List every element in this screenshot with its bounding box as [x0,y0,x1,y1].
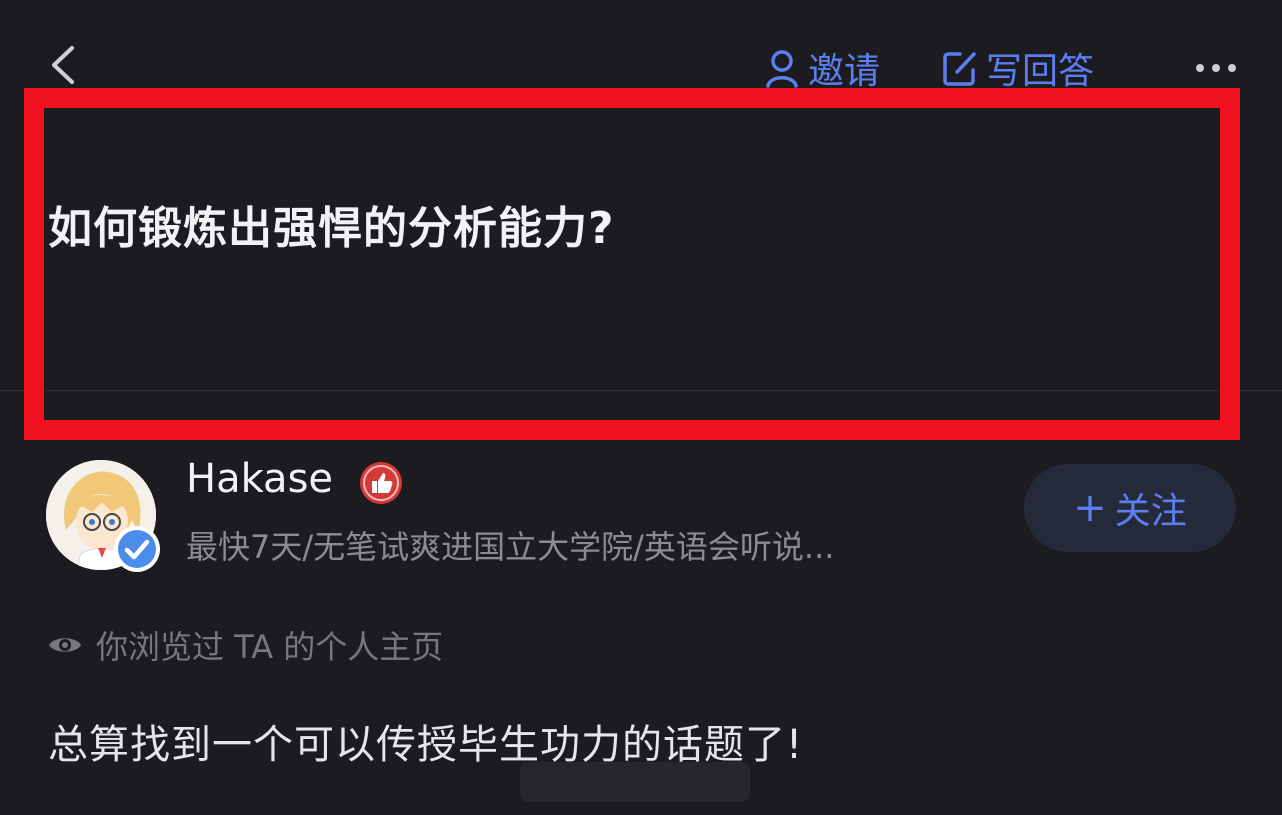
plus-icon: + [1073,485,1107,531]
follow-button[interactable]: + 关注 [1024,464,1236,552]
viewed-note-text: 你浏览过 TA 的个人主页 [96,628,444,666]
invite-label: 邀请 [808,51,881,92]
chevron-left-icon [52,46,74,84]
invite-button[interactable]: 邀请 [764,40,880,96]
top-nav-bar: 邀请 写回答 [0,0,1282,100]
more-dots-icon [1196,64,1236,72]
more-options-button[interactable] [1190,56,1242,80]
person-icon [766,50,798,88]
question-page: 邀请 写回答 如何锻炼出强悍的分析能力? Hakase 最快7天/无笔试爽进国立… [0,0,1282,815]
edit-icon [943,52,976,86]
author-bio: 最快7天/无笔试爽进国立大学院/英语会听说... [186,528,835,566]
author-name[interactable]: Hakase [186,456,333,502]
follow-label: 关注 [1114,491,1187,532]
eye-icon [49,638,81,652]
thumbs-up-medal-icon [360,462,402,504]
back-button[interactable] [44,40,84,90]
question-title[interactable]: 如何锻炼出强悍的分析能力? [48,192,615,256]
author-row: Hakase 最快7天/无笔试爽进国立大学院/英语会听说... + 关注 [0,450,1282,572]
verified-badge-icon [114,526,160,572]
question-header: 如何锻炼出强悍的分析能力? [0,100,1282,390]
watermark-overlay [520,762,750,802]
viewed-profile-note: 你浏览过 TA 的个人主页 [48,620,443,670]
write-answer-button[interactable]: 写回答 [940,40,1094,96]
section-divider [0,390,1282,391]
write-answer-label: 写回答 [986,51,1095,92]
